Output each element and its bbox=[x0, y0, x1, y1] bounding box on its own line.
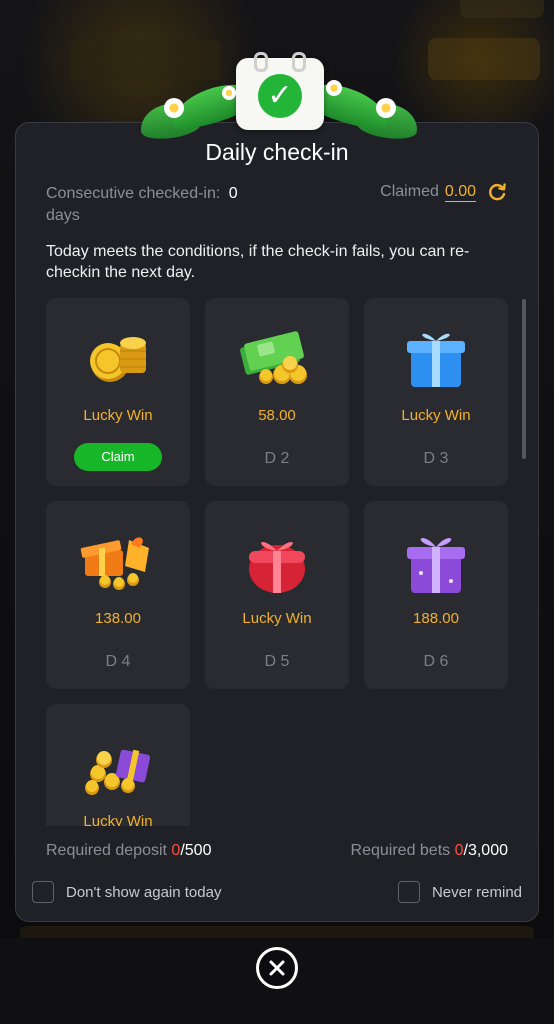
day-label: D 6 bbox=[423, 653, 449, 670]
reward-card-day-7: Lucky Win bbox=[46, 704, 190, 826]
never-remind-checkbox[interactable] bbox=[397, 881, 420, 903]
reward-amount: Lucky Win bbox=[401, 407, 471, 424]
day-label: D 4 bbox=[105, 653, 131, 670]
background-top-button bbox=[460, 0, 544, 18]
dont-show-today-option[interactable]: Don't show again today bbox=[32, 881, 221, 903]
required-bets-current: 0 bbox=[454, 842, 464, 859]
flower-decoration bbox=[164, 98, 184, 118]
checkin-header-illustration: ✓ bbox=[130, 48, 424, 143]
reward-card-day-4: 138.00 D 4 bbox=[46, 501, 190, 689]
modal-title: Daily check-in bbox=[205, 139, 349, 165]
red-gift-icon bbox=[227, 513, 327, 609]
requirements-row: Required deposit 0/500 Required bets 0/3… bbox=[46, 842, 508, 860]
checkin-notice: Today meets the conditions, if the check… bbox=[46, 243, 470, 281]
reward-amount: 138.00 bbox=[95, 610, 141, 627]
reward-card-day-3: Lucky Win D 3 bbox=[364, 298, 508, 486]
check-icon: ✓ bbox=[258, 74, 302, 118]
consecutive-unit: days bbox=[46, 207, 80, 224]
refresh-icon[interactable] bbox=[486, 181, 508, 203]
required-bets-total: /3,000 bbox=[463, 842, 508, 859]
claimed-info: Claimed 0.00 bbox=[380, 181, 508, 203]
reward-amount: 188.00 bbox=[413, 610, 459, 627]
reward-amount: Lucky Win bbox=[83, 407, 153, 424]
flower-decoration bbox=[222, 86, 236, 100]
reward-grid: Lucky Win Claim 58.00 D 2 Lucky Win D 3 … bbox=[46, 298, 512, 826]
flower-decoration bbox=[376, 98, 396, 118]
consecutive-value: 0 bbox=[228, 185, 238, 202]
reward-card-day-2: 58.00 D 2 bbox=[205, 298, 349, 486]
required-bets: Required bets 0/3,000 bbox=[351, 842, 508, 860]
calendar-check-icon: ✓ bbox=[236, 52, 324, 130]
reward-grid-scroll[interactable]: Lucky Win Claim 58.00 D 2 Lucky Win D 3 … bbox=[46, 298, 512, 826]
never-remind-option[interactable]: Never remind bbox=[397, 881, 522, 903]
cash-coins-icon bbox=[227, 310, 327, 406]
day-label: D 5 bbox=[264, 653, 290, 670]
dont-show-today-checkbox[interactable] bbox=[32, 881, 54, 903]
required-deposit-current: 0 bbox=[171, 842, 181, 859]
blue-gift-icon bbox=[386, 310, 486, 406]
reward-card-day-6: 188.00 D 6 bbox=[364, 501, 508, 689]
consecutive-checkin-info: Consecutive checked-in: 0 days bbox=[46, 183, 266, 227]
treasure-gift-icon bbox=[68, 716, 168, 812]
reward-card-day-1: Lucky Win Claim bbox=[46, 298, 190, 486]
flower-decoration bbox=[326, 80, 342, 96]
reward-amount: Lucky Win bbox=[242, 610, 312, 627]
reward-amount: 58.00 bbox=[258, 407, 296, 424]
required-deposit-label: Required deposit bbox=[46, 842, 167, 859]
background-action-button bbox=[428, 38, 540, 80]
required-deposit-total: /500 bbox=[180, 842, 212, 859]
purple-gift-icon bbox=[386, 513, 486, 609]
claim-button[interactable]: Claim bbox=[74, 443, 162, 471]
consecutive-label: Consecutive checked-in: bbox=[46, 185, 221, 202]
never-remind-label: Never remind bbox=[431, 883, 522, 901]
daily-checkin-modal: Daily check-in Consecutive checked-in: 0… bbox=[15, 122, 539, 922]
grid-scrollbar[interactable] bbox=[522, 299, 526, 459]
gold-coins-icon bbox=[68, 310, 168, 406]
reward-card-day-5: Lucky Win D 5 bbox=[205, 501, 349, 689]
claimed-label: Claimed bbox=[380, 183, 439, 200]
options-row: Don't show again today Never remind bbox=[32, 881, 522, 903]
close-button[interactable] bbox=[256, 947, 298, 989]
required-bets-label: Required bets bbox=[350, 842, 451, 859]
day-label: D 3 bbox=[423, 450, 449, 467]
dont-show-today-label: Don't show again today bbox=[66, 883, 222, 901]
close-icon bbox=[269, 960, 285, 976]
required-deposit: Required deposit 0/500 bbox=[46, 842, 211, 860]
reward-amount: Lucky Win bbox=[83, 813, 153, 826]
claimed-amount: 0.00 bbox=[444, 182, 476, 202]
day-label: D 2 bbox=[264, 450, 290, 467]
orange-gift-coins-icon bbox=[68, 513, 168, 609]
